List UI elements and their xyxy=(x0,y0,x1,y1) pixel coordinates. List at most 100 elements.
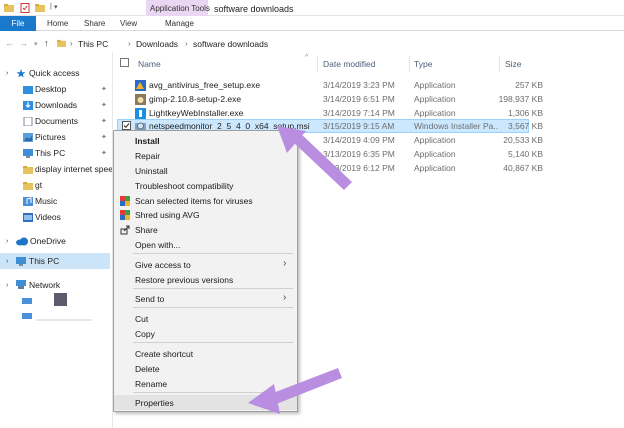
computer-icon xyxy=(22,298,32,304)
nav-item-desktop[interactable]: Desktop xyxy=(35,82,66,96)
breadcrumb-separator-icon: › xyxy=(70,39,73,48)
menu-item-install[interactable]: Install xyxy=(135,136,160,146)
network-icon xyxy=(16,280,26,289)
computer-icon xyxy=(22,313,32,319)
file-date: 3/14/2019 4:09 PM xyxy=(323,135,395,145)
file-name[interactable]: avg_antivirus_free_setup.exe xyxy=(149,80,260,90)
menu-separator xyxy=(133,288,293,289)
redacted-block xyxy=(54,293,67,306)
downloads-icon xyxy=(23,101,33,110)
file-date: 3/15/2019 9:15 AM xyxy=(323,121,395,131)
column-divider[interactable] xyxy=(409,56,410,72)
documents-icon xyxy=(23,117,33,126)
nav-item-this-pc-pinned[interactable]: This PC xyxy=(35,146,65,160)
file-size: 198,937 KB xyxy=(498,94,543,104)
folder-icon xyxy=(23,182,33,190)
new-folder-icon[interactable] xyxy=(35,3,45,13)
tab-share[interactable]: Share xyxy=(84,17,105,31)
menu-item-rename[interactable]: Rename xyxy=(135,379,167,389)
nav-item-music[interactable]: Music xyxy=(35,194,57,208)
application-tools-label: Application Tools xyxy=(150,4,210,13)
file-size: 20,533 KB xyxy=(503,135,543,145)
file-type: Application xyxy=(414,163,456,173)
nav-item-documents[interactable]: Documents xyxy=(35,114,78,128)
column-header-name[interactable]: Name xyxy=(138,59,161,69)
breadcrumb-software-downloads[interactable]: software downloads xyxy=(193,39,268,49)
nav-this-pc[interactable]: This PC xyxy=(29,254,59,268)
menu-item-send-to[interactable]: Send to xyxy=(135,294,164,304)
column-header-type[interactable]: Type xyxy=(414,59,432,69)
up-arrow-icon[interactable]: ↑ xyxy=(44,38,49,48)
breadcrumb-this-pc[interactable]: This PC xyxy=(78,39,108,49)
breadcrumb-separator-icon: › xyxy=(185,39,188,48)
back-arrow-icon[interactable]: ← xyxy=(5,38,14,48)
menu-item-share[interactable]: Share xyxy=(135,225,158,235)
column-divider[interactable] xyxy=(499,56,500,72)
file-name[interactable]: LightkeyWebInstaller.exe xyxy=(149,108,243,118)
recent-locations-chevron-icon[interactable]: ▾ xyxy=(34,40,38,48)
menu-item-give-access[interactable]: Give access to xyxy=(135,260,191,270)
nav-onedrive[interactable]: OneDrive xyxy=(30,234,66,248)
customize-quick-access-chevron-icon[interactable]: ▾ xyxy=(54,3,58,11)
tab-home[interactable]: Home xyxy=(47,17,68,31)
music-icon xyxy=(23,197,33,206)
menu-item-shred[interactable]: Shred using AVG xyxy=(135,210,200,220)
menu-item-copy[interactable]: Copy xyxy=(135,329,155,339)
column-header-size[interactable]: Size xyxy=(505,59,522,69)
menu-item-repair[interactable]: Repair xyxy=(135,151,160,161)
tab-file[interactable]: File xyxy=(0,16,36,31)
pin-icon: ✦ xyxy=(101,134,107,141)
file-size: 1,306 KB xyxy=(508,108,543,118)
menu-item-properties[interactable]: Properties xyxy=(135,398,174,408)
nav-item-display-internet-speed[interactable]: display internet spee xyxy=(35,162,112,176)
forward-arrow-icon[interactable]: → xyxy=(19,38,28,48)
menu-item-delete[interactable]: Delete xyxy=(135,364,160,374)
menu-separator xyxy=(133,342,293,343)
file-size: 5,140 KB xyxy=(508,149,543,159)
nav-quick-access[interactable]: Quick access xyxy=(29,66,80,80)
menu-item-restore-versions[interactable]: Restore previous versions xyxy=(135,275,233,285)
quick-access-star-icon xyxy=(16,69,26,78)
row-checkbox-checked[interactable] xyxy=(122,121,131,130)
this-pc-icon xyxy=(23,149,33,158)
menu-item-troubleshoot[interactable]: Troubleshoot compatibility xyxy=(135,181,233,191)
nav-network[interactable]: Network xyxy=(29,278,60,292)
avg-installer-icon xyxy=(135,80,146,91)
tab-view[interactable]: View xyxy=(120,17,137,31)
file-type: Application xyxy=(414,80,456,90)
file-size: 40,867 KB xyxy=(503,163,543,173)
select-all-checkbox[interactable] xyxy=(120,58,129,67)
nav-item-downloads[interactable]: Downloads xyxy=(35,98,77,112)
column-header-date-modified[interactable]: Date modified xyxy=(323,59,375,69)
file-name[interactable]: gimp-2.10.8-setup-2.exe xyxy=(149,94,241,104)
tab-manage[interactable]: Manage xyxy=(165,17,194,31)
column-divider[interactable] xyxy=(317,56,318,72)
desktop-icon xyxy=(23,86,33,94)
file-type: Application xyxy=(414,94,456,104)
pin-icon: ✦ xyxy=(101,150,107,157)
menu-item-scan-viruses[interactable]: Scan selected items for viruses xyxy=(135,196,253,206)
folder-icon xyxy=(23,166,33,174)
pictures-icon xyxy=(23,133,33,142)
menu-item-create-shortcut[interactable]: Create shortcut xyxy=(135,349,193,359)
nav-item-pictures[interactable]: Pictures xyxy=(35,130,66,144)
menu-separator xyxy=(133,307,293,308)
properties-icon[interactable] xyxy=(20,3,30,13)
nav-item-gt[interactable]: gt xyxy=(35,178,42,192)
breadcrumb-separator-icon: › xyxy=(128,39,131,48)
menu-item-uninstall[interactable]: Uninstall xyxy=(135,166,168,176)
expand-chevron-icon[interactable]: › xyxy=(6,70,8,77)
file-date: 3/14/2019 6:51 PM xyxy=(323,94,395,104)
expand-chevron-icon[interactable]: › xyxy=(6,238,8,245)
submenu-chevron-icon: › xyxy=(283,258,287,269)
nav-item-videos[interactable]: Videos xyxy=(35,210,61,224)
expand-chevron-icon[interactable]: › xyxy=(6,282,8,289)
menu-item-open-with[interactable]: Open with... xyxy=(135,240,180,250)
menu-item-cut[interactable]: Cut xyxy=(135,314,148,324)
menu-separator xyxy=(133,392,293,393)
file-date: 3/14/2019 7:14 PM xyxy=(323,108,395,118)
breadcrumb-downloads[interactable]: Downloads xyxy=(136,39,178,49)
expand-chevron-icon[interactable]: › xyxy=(6,258,8,265)
file-size: 3,567 KB xyxy=(508,121,543,131)
folder-icon xyxy=(4,4,14,12)
